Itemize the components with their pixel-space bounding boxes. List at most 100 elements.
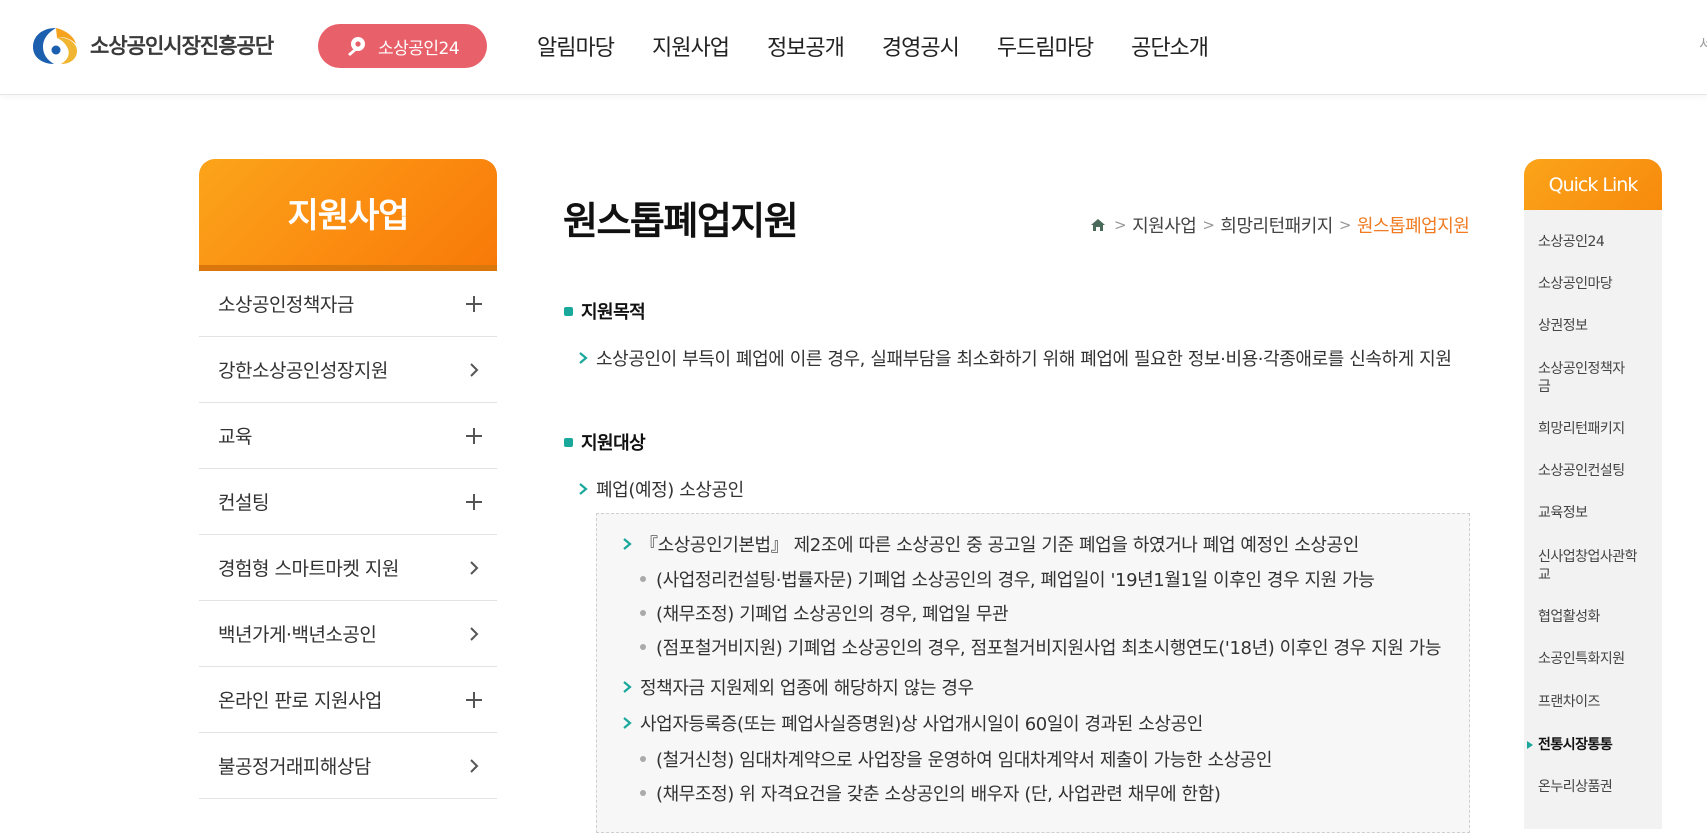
section-title-text: 지원목적: [581, 302, 646, 323]
section-title-target: 지원대상: [564, 429, 646, 455]
purpose-item: 소상공인이 부득이 폐업에 이른 경우, 실패부담을 최소화하기 위해 폐업에 …: [578, 345, 1452, 371]
quick-link-title: Quick Link: [1524, 159, 1662, 210]
section-dot-icon: [564, 306, 573, 316]
quick-link-item[interactable]: 소상공인컨설팅: [1538, 462, 1658, 480]
logo-mark-icon: [33, 28, 77, 64]
active-arrow-icon: [1527, 741, 1533, 749]
sosang24-label: 소상공인24: [378, 38, 460, 59]
sosang24-button[interactable]: 소상공인24: [318, 24, 487, 68]
lnb-item-label: 소상공인정책자금: [218, 294, 354, 316]
lnb-item-unfair-trade[interactable]: 불공정거래피해상담: [199, 733, 497, 799]
page-title: 원스톱폐업지원: [563, 199, 799, 243]
breadcrumb-item[interactable]: 희망리턴패키지: [1220, 212, 1333, 238]
detail-item: 『소상공인기본법』 제2조에 따른 소상공인 중 공고일 기준 폐업을 하였거나…: [622, 531, 1359, 557]
chevron-right-icon: [470, 626, 479, 641]
lnb-item-label: 컨설팅: [218, 492, 269, 514]
bullet-icon: [640, 644, 646, 650]
chevron-right-icon: [579, 352, 588, 364]
quick-link-item[interactable]: 신사업창업사관학교: [1538, 548, 1638, 584]
lnb-item-label: 경험형 스마트마켓 지원: [218, 558, 399, 580]
gnb-item-management[interactable]: 경영공시: [882, 30, 960, 62]
global-nav: 알림마당 지원사업 정보공개 경영공시 두드림마당 공단소개: [537, 30, 1246, 62]
plus-icon: [466, 427, 482, 444]
quick-link-item[interactable]: 협업활성화: [1538, 608, 1658, 626]
lnb-item-growth[interactable]: 강한소상공인성장지원: [199, 337, 497, 403]
quick-link-item[interactable]: 희망리턴패키지: [1538, 420, 1658, 438]
chevron-right-icon: [470, 362, 479, 377]
home-icon[interactable]: [1090, 217, 1106, 233]
bullet-icon: [640, 610, 646, 616]
quick-link-item[interactable]: 온누리상품권: [1538, 778, 1658, 796]
gnb-item-support[interactable]: 지원사업: [652, 30, 730, 62]
chevron-right-icon: [623, 538, 632, 550]
plus-icon: [466, 493, 482, 510]
quick-link-item[interactable]: 소상공인마당: [1538, 275, 1658, 293]
detail-item: 정책자금 지원제외 업종에 해당하지 않는 경우: [622, 674, 974, 700]
chevron-right-icon: [623, 681, 632, 693]
section-title-text: 지원대상: [581, 433, 646, 454]
breadcrumb-separator: >: [1338, 216, 1352, 234]
breadcrumb-current: 원스톱폐업지원: [1356, 216, 1470, 237]
quick-link-item[interactable]: 교육정보: [1538, 504, 1658, 522]
quick-link-item[interactable]: 소상공인정책자금: [1538, 360, 1628, 396]
chevron-right-icon: [579, 483, 588, 495]
gnb-item-disclosure[interactable]: 정보공개: [767, 30, 845, 62]
quick-link-panel: Quick Link 소상공인24 소상공인마당 상권정보 소상공인정책자금 희…: [1524, 159, 1662, 829]
quick-link-item-active[interactable]: 전통시장통통: [1527, 736, 1658, 754]
lnb-item-consulting[interactable]: 컨설팅: [199, 469, 497, 535]
header-edge-text[interactable]: 서: [1699, 34, 1707, 54]
lnb-item-label: 교육: [218, 426, 252, 448]
lnb-item-policy-fund[interactable]: 소상공인정책자금: [199, 271, 497, 337]
lnb-item-label: 강한소상공인성장지원: [218, 360, 388, 382]
lnb-header: 지원사업: [199, 159, 497, 271]
plus-icon: [466, 295, 482, 312]
logo-text: 소상공인시장진흥공단: [90, 34, 274, 58]
site-logo[interactable]: 소상공인시장진흥공단: [30, 24, 274, 66]
detail-subitem: (사업정리컨설팅·법률자문) 기폐업 소상공인의 경우, 폐업일이 '19년1월…: [640, 566, 1375, 592]
site-header: 소상공인시장진흥공단 소상공인24 알림마당 지원사업 정보공개 경영공시 두드…: [0, 0, 1707, 95]
lnb-item-label: 불공정거래피해상담: [218, 756, 371, 778]
bullet-icon: [640, 576, 646, 582]
quick-link-item[interactable]: 소공인특화지원: [1538, 650, 1658, 668]
lnb-item-century-store[interactable]: 백년가게·백년소공인: [199, 601, 497, 667]
lnb-item-education[interactable]: 교육: [199, 403, 497, 469]
chevron-right-icon: [470, 758, 479, 773]
detail-subitem: (점포철거비지원) 기폐업 소상공인의 경우, 점포철거비지원사업 최초시행연도…: [640, 634, 1441, 660]
detail-subtext: (철거신청) 임대차계약으로 사업장을 운영하여 임대차계약서 제출이 가능한 …: [656, 750, 1273, 771]
detail-item: 사업자등록증(또는 폐업사실증명원)상 사업개시일이 60일이 경과된 소상공인: [622, 710, 1203, 736]
lnb-item-smart-market[interactable]: 경험형 스마트마켓 지원: [199, 535, 497, 601]
purpose-text: 소상공인이 부득이 폐업에 이른 경우, 실패부담을 최소화하기 위해 폐업에 …: [596, 349, 1452, 370]
p-logo-icon: [348, 37, 365, 56]
detail-subitem: (채무조정) 위 자격요건을 갖춘 소상공인의 배우자 (단, 사업관련 채무에…: [640, 780, 1221, 806]
section-dot-icon: [564, 437, 573, 447]
detail-text: 정책자금 지원제외 업종에 해당하지 않는 경우: [640, 678, 974, 699]
bullet-icon: [640, 756, 646, 762]
target-item: 폐업(예정) 소상공인: [578, 476, 744, 502]
gnb-item-about[interactable]: 공단소개: [1131, 30, 1209, 62]
detail-subtext: (채무조정) 기폐업 소상공인의 경우, 폐업일 무관: [656, 604, 1009, 625]
detail-subtext: (채무조정) 위 자격요건을 갖춘 소상공인의 배우자 (단, 사업관련 채무에…: [656, 784, 1221, 805]
detail-subtext: (사업정리컨설팅·법률자문) 기폐업 소상공인의 경우, 폐업일이 '19년1월…: [656, 570, 1375, 591]
breadcrumb-item[interactable]: 지원사업: [1132, 212, 1197, 238]
lnb-title: 지원사업: [287, 195, 409, 236]
quick-link-item[interactable]: 프랜차이즈: [1538, 693, 1658, 711]
detail-text: 『소상공인기본법』 제2조에 따른 소상공인 중 공고일 기준 폐업을 하였거나…: [640, 535, 1359, 556]
chevron-right-icon: [623, 717, 632, 729]
gnb-item-notice[interactable]: 알림마당: [537, 30, 615, 62]
lnb-item-label: 온라인 판로 지원사업: [218, 690, 382, 712]
quick-link-item-label: 전통시장통통: [1538, 737, 1613, 753]
gnb-item-dodream[interactable]: 두드림마당: [997, 30, 1094, 62]
breadcrumb: > 지원사업 > 희망리턴패키지 > 원스톱폐업지원: [1090, 212, 1470, 238]
detail-subitem: (철거신청) 임대차계약으로 사업장을 운영하여 임대차계약서 제출이 가능한 …: [640, 746, 1272, 772]
breadcrumb-separator: >: [1114, 216, 1127, 234]
lnb-list: 소상공인정책자금 강한소상공인성장지원 교육 컨설팅 경험형 스마트마켓 지원 …: [199, 271, 497, 799]
detail-subtext: (점포철거비지원) 기폐업 소상공인의 경우, 점포철거비지원사업 최초시행연도…: [656, 638, 1442, 659]
bullet-icon: [640, 790, 646, 796]
lnb-item-label: 백년가게·백년소공인: [218, 624, 377, 646]
section-title-purpose: 지원목적: [564, 298, 646, 324]
detail-text: 사업자등록증(또는 폐업사실증명원)상 사업개시일이 60일이 경과된 소상공인: [640, 714, 1203, 735]
lnb-item-online-sales[interactable]: 온라인 판로 지원사업: [199, 667, 497, 733]
quick-link-item[interactable]: 소상공인24: [1538, 233, 1658, 251]
target-text: 폐업(예정) 소상공인: [596, 480, 744, 501]
quick-link-item[interactable]: 상권정보: [1538, 317, 1658, 335]
